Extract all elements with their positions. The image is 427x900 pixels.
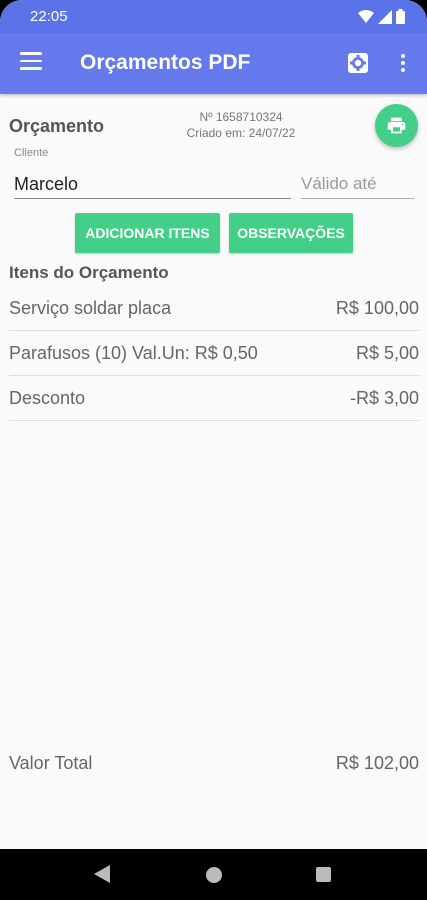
item-value: R$ 100,00 bbox=[335, 297, 419, 318]
items-section-title: Itens do Orçamento bbox=[9, 263, 169, 282]
item-value: -R$ 3,00 bbox=[349, 387, 419, 408]
total-label: Valor Total bbox=[9, 753, 93, 773]
list-item[interactable]: Desconto -R$ 3,00 bbox=[9, 376, 419, 421]
total-value: R$ 102,00 bbox=[335, 753, 419, 773]
screen: 22:05 Orçamentos PDF Orçamento Nº 165871… bbox=[0, 0, 427, 900]
back-icon[interactable] bbox=[94, 865, 110, 883]
page-title: Orçamento bbox=[9, 116, 105, 136]
gear-icon[interactable] bbox=[346, 51, 370, 75]
recent-apps-icon[interactable] bbox=[316, 867, 331, 882]
item-description: Serviço soldar placa bbox=[9, 297, 172, 318]
add-items-button[interactable]: ADICIONAR ITENS bbox=[75, 213, 220, 253]
app-title: Orçamentos PDF bbox=[80, 51, 251, 74]
created-date: Criado em: 24/07/22 bbox=[186, 126, 296, 140]
item-description: Parafusos (10) Val.Un: R$ 0,50 bbox=[9, 342, 258, 363]
menu-icon[interactable] bbox=[20, 52, 42, 72]
item-value: R$ 5,00 bbox=[355, 342, 419, 363]
home-icon[interactable] bbox=[206, 867, 222, 883]
cliente-label: Cliente bbox=[14, 147, 49, 159]
battery-icon bbox=[396, 9, 405, 24]
valido-ate-input[interactable] bbox=[301, 170, 414, 199]
list-item[interactable]: Serviço soldar placa R$ 100,00 bbox=[9, 286, 419, 331]
app-bar: Orçamentos PDF bbox=[0, 33, 427, 94]
item-description: Desconto bbox=[9, 387, 86, 408]
cliente-input[interactable] bbox=[14, 170, 291, 199]
observacoes-button[interactable]: OBSERVAÇÕES bbox=[229, 213, 353, 253]
status-bar: 22:05 bbox=[0, 0, 427, 33]
wifi-icon bbox=[358, 10, 374, 23]
list-item[interactable]: Parafusos (10) Val.Un: R$ 0,50 R$ 5,00 bbox=[9, 331, 419, 376]
budget-meta: Nº 1658710324 Criado em: 24/07/22 bbox=[170, 109, 312, 141]
print-icon bbox=[387, 117, 406, 134]
status-icons bbox=[358, 9, 405, 24]
total-row: Valor Total R$ 102,00 bbox=[9, 753, 419, 774]
print-button[interactable] bbox=[375, 104, 418, 147]
system-nav-bar bbox=[0, 849, 427, 900]
signal-icon bbox=[378, 9, 392, 24]
budget-number: Nº 1658710324 bbox=[199, 110, 283, 124]
more-vert-icon[interactable] bbox=[396, 51, 410, 75]
status-time: 22:05 bbox=[30, 8, 68, 25]
items-list: Serviço soldar placa R$ 100,00 Parafusos… bbox=[9, 286, 419, 421]
